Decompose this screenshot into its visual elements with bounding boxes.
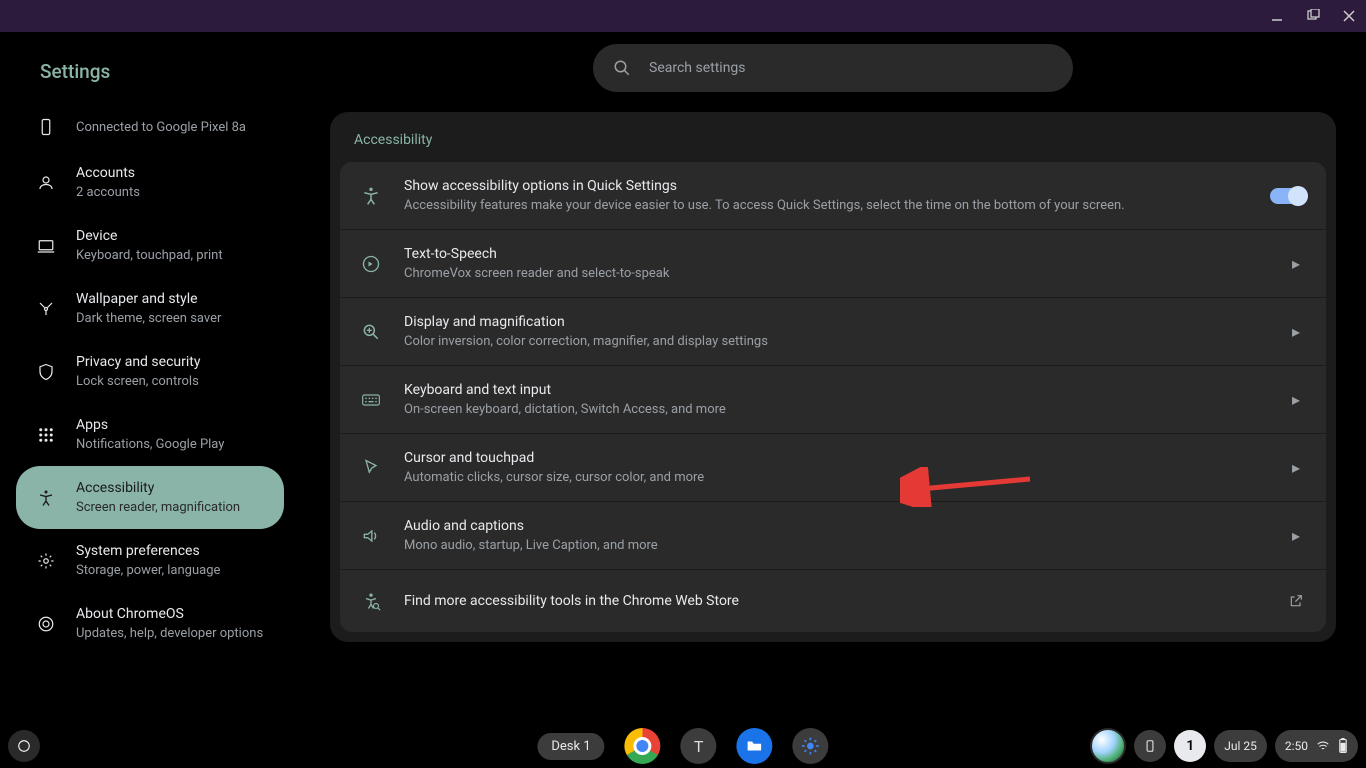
sidebar-item-sub: Updates, help, developer options [76,626,263,641]
sidebar-item-accounts[interactable]: Accounts 2 accounts [16,151,284,214]
row-cursor-touchpad[interactable]: Cursor and touchpad Automatic clicks, cu… [340,434,1326,502]
sidebar-item-label: Apps [76,417,224,433]
magnify-icon [360,321,382,343]
sidebar-item-label: About ChromeOS [76,606,263,622]
row-display-magnification[interactable]: Display and magnification Color inversio… [340,298,1326,366]
battery-icon [1338,738,1348,754]
shelf-app-settings[interactable] [793,728,829,764]
row-keyboard-text-input[interactable]: Keyboard and text input On-screen keyboa… [340,366,1326,434]
sidebar-item-device[interactable]: Device Keyboard, touchpad, print [16,214,284,277]
sidebar-item-accessibility[interactable]: Accessibility Screen reader, magnificati… [16,466,284,529]
phone-hub-icon[interactable] [1134,730,1166,762]
sidebar-item-label: Connected to Google Pixel 8a [76,120,246,135]
sidebar-item-sub: Keyboard, touchpad, print [76,248,223,263]
apps-icon [36,425,56,445]
search-icon [613,59,631,77]
chevron-right-icon: ▸ [1286,526,1306,545]
row-sub: On-screen keyboard, dictation, Switch Ac… [404,402,1264,417]
cursor-icon [360,457,382,479]
row-sub: Accessibility features make your device … [404,198,1248,213]
sidebar: Settings Connected to Google Pixel 8a Ac… [0,32,300,724]
sidebar-item-label: Accounts [76,165,140,181]
row-title: Display and magnification [404,314,1264,330]
sidebar-item-system[interactable]: System preferences Storage, power, langu… [16,529,284,592]
desk-indicator[interactable]: Desk 1 [537,733,604,760]
sidebar-item-label: Accessibility [76,480,240,496]
sidebar-item-sub: Screen reader, magnification [76,500,240,515]
toggle-quick-settings[interactable] [1270,188,1306,204]
sidebar-item-label: System preferences [76,543,220,559]
app-title: Settings [16,48,284,103]
chevron-right-icon: ▸ [1286,390,1306,409]
keyboard-icon [360,389,382,411]
accessibility-icon [360,185,382,207]
accessibility-card: Accessibility Show accessibility options… [330,112,1336,642]
sidebar-item-sub: Storage, power, language [76,563,220,578]
sidebar-item-apps[interactable]: Apps Notifications, Google Play [16,403,284,466]
sidebar-item-phone[interactable]: Connected to Google Pixel 8a [16,103,284,151]
external-link-icon [1286,593,1306,609]
palette-icon [36,299,56,319]
audio-icon [360,525,382,547]
row-quick-settings[interactable]: Show accessibility options in Quick Sett… [340,162,1326,230]
sidebar-item-label: Privacy and security [76,354,200,370]
clock: 2:50 [1285,739,1308,753]
chrome-icon [36,614,56,634]
sidebar-item-sub: 2 accounts [76,185,140,200]
sidebar-item-sub: Lock screen, controls [76,374,200,389]
wifi-icon [1316,739,1330,753]
content-area: Accessibility Show accessibility options… [300,32,1366,724]
gear-icon [36,551,56,571]
date-indicator[interactable]: Jul 25 [1214,730,1267,762]
minimize-button[interactable] [1268,7,1286,25]
sidebar-item-privacy[interactable]: Privacy and security Lock screen, contro… [16,340,284,403]
launcher-button[interactable] [8,730,40,762]
sidebar-item-wallpaper[interactable]: Wallpaper and style Dark theme, screen s… [16,277,284,340]
sidebar-item-sub: Notifications, Google Play [76,437,224,452]
account-icon [36,173,56,193]
row-text-to-speech[interactable]: Text-to-Speech ChromeVox screen reader a… [340,230,1326,298]
close-button[interactable] [1340,7,1358,25]
notification-badge[interactable]: 1 [1174,730,1206,762]
shelf-app-files[interactable] [737,728,773,764]
sidebar-item-about[interactable]: About ChromeOS Updates, help, developer … [16,592,284,655]
row-webstore-link[interactable]: Find more accessibility tools in the Chr… [340,570,1326,632]
row-title: Audio and captions [404,518,1264,534]
row-sub: Automatic clicks, cursor size, cursor co… [404,470,1264,485]
search-input[interactable] [649,60,1053,76]
phone-icon [36,117,56,137]
row-title: Show accessibility options in Quick Sett… [404,178,1248,194]
row-title: Cursor and touchpad [404,450,1264,466]
sidebar-item-label: Wallpaper and style [76,291,221,307]
user-avatar[interactable] [1090,728,1126,764]
row-audio-captions[interactable]: Audio and captions Mono audio, startup, … [340,502,1326,570]
accessibility-icon [36,488,56,508]
shield-icon [36,362,56,382]
settings-list: Show accessibility options in Quick Sett… [340,162,1326,632]
window-titlebar [0,0,1366,32]
status-tray[interactable]: 2:50 [1275,730,1358,762]
maximize-button[interactable] [1304,7,1322,25]
shelf: Desk 1 T 1 Jul 25 2:50 [0,724,1366,768]
chevron-right-icon: ▸ [1286,322,1306,341]
row-title: Keyboard and text input [404,382,1264,398]
chevron-right-icon: ▸ [1286,254,1306,273]
sidebar-item-label: Device [76,228,223,244]
sidebar-item-sub: Dark theme, screen saver [76,311,221,326]
row-title: Find more accessibility tools in the Chr… [404,593,1264,609]
webstore-icon [360,590,382,612]
chevron-right-icon: ▸ [1286,458,1306,477]
search-bar[interactable] [593,44,1073,92]
row-title: Text-to-Speech [404,246,1264,262]
section-title: Accessibility [330,112,1336,162]
row-sub: ChromeVox screen reader and select-to-sp… [404,266,1264,281]
laptop-icon [36,236,56,256]
row-sub: Mono audio, startup, Live Caption, and m… [404,538,1264,553]
row-sub: Color inversion, color correction, magni… [404,334,1264,349]
tts-icon [360,253,382,275]
shelf-app-chrome[interactable] [625,728,661,764]
shelf-app-text[interactable]: T [681,728,717,764]
